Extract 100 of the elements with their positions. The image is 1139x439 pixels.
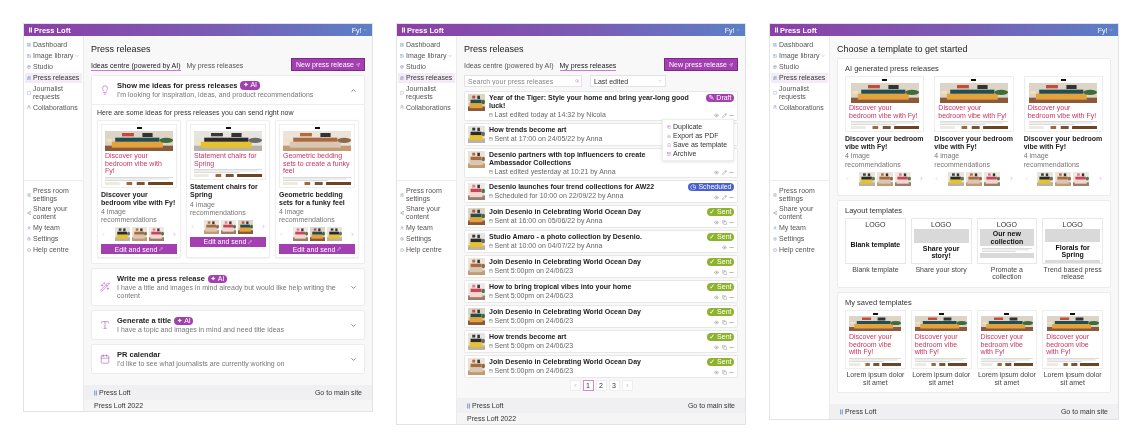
- copy-icon[interactable]: [721, 320, 727, 326]
- search-icon: [575, 78, 579, 83]
- more-icon[interactable]: [729, 320, 734, 326]
- person-icon: [773, 225, 777, 230]
- next-icon: [624, 383, 630, 389]
- image-icon: [400, 54, 404, 58]
- expand-icon[interactable]: [350, 355, 357, 363]
- pencil-icon: [337, 247, 342, 252]
- more-icon[interactable]: [729, 220, 734, 226]
- copy-icon[interactable]: [721, 220, 727, 226]
- settings-icon: [400, 236, 404, 241]
- calendar-icon: [489, 243, 493, 248]
- next-icon[interactable]: [1008, 176, 1014, 182]
- more-icon[interactable]: [729, 170, 734, 176]
- eye-icon[interactable]: [714, 320, 719, 326]
- settings-icon: [27, 236, 31, 241]
- eye-icon[interactable]: [721, 245, 727, 251]
- text-icon: [100, 320, 110, 331]
- logo-icon: [840, 408, 843, 415]
- palette-icon: [400, 65, 404, 69]
- image-placeholder: [979, 253, 1035, 259]
- text-lines-drawing: [1046, 357, 1099, 362]
- more-icon[interactable]: [729, 270, 734, 276]
- page-title: Press releases: [91, 44, 152, 54]
- calendar-icon: [489, 293, 493, 298]
- next-icon[interactable]: [350, 231, 355, 237]
- download-icon: [667, 133, 671, 138]
- more-icon[interactable]: [729, 113, 734, 119]
- pencil-icon: [248, 239, 253, 244]
- text-lines-drawing: [850, 120, 919, 125]
- calendar-icon: [489, 112, 493, 117]
- next-page-button[interactable]: [621, 380, 633, 392]
- more-icon[interactable]: [729, 295, 734, 301]
- dashboard-icon: [400, 43, 404, 47]
- image-icon: [773, 54, 777, 58]
- next-icon[interactable]: [919, 176, 925, 182]
- pencil-icon[interactable]: [721, 170, 727, 176]
- calendar-icon: [489, 218, 493, 223]
- eye-icon[interactable]: [714, 113, 719, 119]
- copy-icon[interactable]: [721, 345, 727, 351]
- more-icon[interactable]: [729, 195, 734, 201]
- share-icon: [27, 211, 31, 216]
- text-lines-drawing: [194, 168, 262, 173]
- settings-icon: [773, 236, 777, 241]
- page-title: Press releases: [464, 44, 525, 54]
- text-lines-drawing: [283, 176, 351, 181]
- next-icon[interactable]: [261, 224, 266, 230]
- text-lines-drawing: [940, 120, 1008, 125]
- copy-icon[interactable]: [721, 370, 727, 376]
- people-icon: [400, 105, 404, 110]
- next-icon[interactable]: [1098, 176, 1103, 182]
- more-icon[interactable]: [729, 370, 734, 376]
- dashboard-icon: [27, 43, 31, 47]
- previous-page-button[interactable]: [569, 380, 581, 392]
- calendar-icon: [489, 193, 493, 198]
- eye-icon[interactable]: [714, 220, 719, 226]
- eye-icon[interactable]: [714, 170, 719, 176]
- send-icon: [729, 62, 733, 67]
- copy-icon[interactable]: [721, 270, 727, 276]
- calendar-icon: [489, 343, 493, 348]
- product-strip-drawing: [915, 363, 968, 366]
- chat-icon: [773, 90, 777, 95]
- more-icon[interactable]: [729, 345, 734, 351]
- chat-icon: [27, 90, 31, 95]
- calendar-icon: [489, 368, 493, 373]
- text-lines-drawing: [105, 176, 173, 181]
- image-placeholder: [1045, 259, 1100, 263]
- product-strip-drawing: [849, 363, 902, 366]
- eye-icon[interactable]: [714, 345, 719, 351]
- people-icon: [27, 105, 31, 110]
- copy-icon[interactable]: [721, 295, 727, 301]
- expand-icon[interactable]: [350, 283, 357, 291]
- eye-icon[interactable]: [714, 270, 719, 276]
- eye-icon[interactable]: [714, 295, 719, 301]
- calendar-icon: [489, 318, 493, 323]
- calendar-icon: [489, 169, 493, 174]
- dashboard-icon: [773, 43, 777, 47]
- eye-icon[interactable]: [714, 195, 719, 201]
- sliders-icon: [773, 192, 777, 197]
- pencil-icon[interactable]: [721, 195, 727, 201]
- image-placeholder: [913, 229, 969, 244]
- collapse-icon[interactable]: [350, 86, 357, 94]
- pencil-icon: [159, 247, 164, 252]
- pencil-icon[interactable]: [721, 113, 727, 119]
- text-lines-drawing: [980, 357, 1033, 362]
- expand-icon[interactable]: [350, 321, 357, 329]
- text-lines-drawing: [849, 357, 902, 362]
- send-icon: [356, 62, 360, 67]
- eye-icon[interactable]: [714, 370, 719, 376]
- help-icon: [27, 247, 31, 252]
- product-strip-drawing: [940, 126, 1008, 130]
- more-icon[interactable]: [729, 245, 734, 251]
- logo-icon: [94, 390, 97, 396]
- next-icon[interactable]: [172, 231, 177, 237]
- wand-icon: [100, 282, 110, 293]
- image-placeholder: [1045, 229, 1100, 243]
- share-icon: [400, 211, 404, 216]
- bookmark-icon: [667, 142, 671, 147]
- copy-icon: [667, 124, 671, 129]
- logo-icon: [775, 27, 778, 33]
